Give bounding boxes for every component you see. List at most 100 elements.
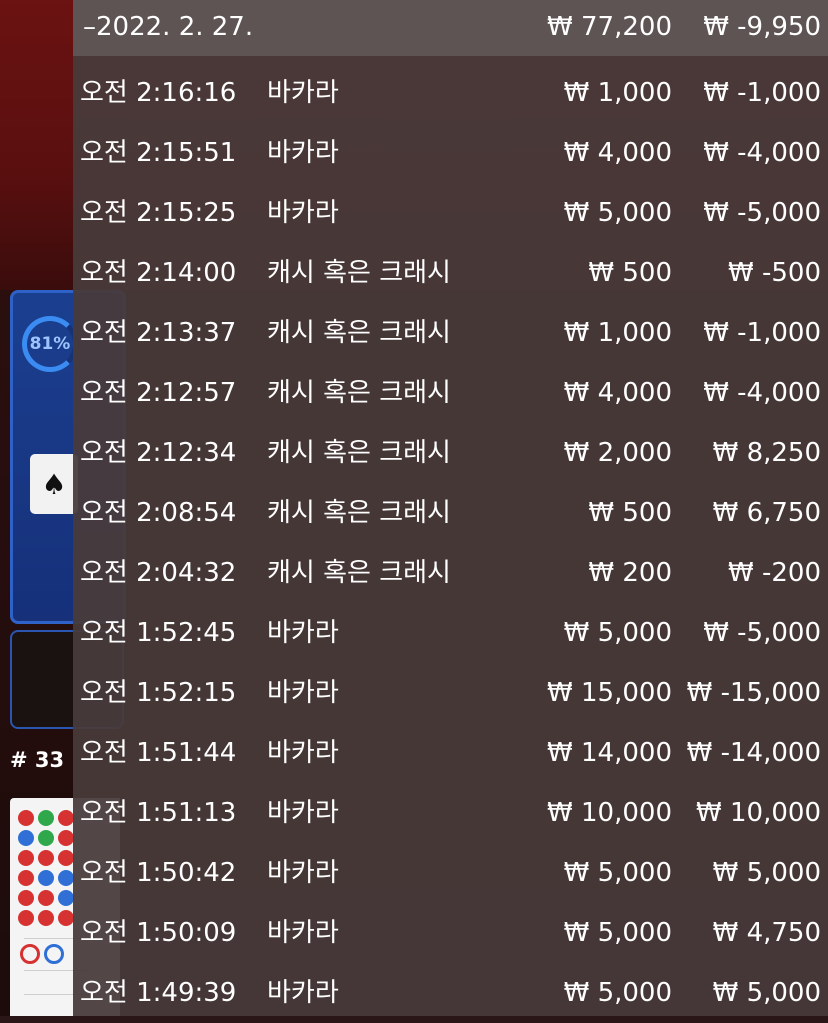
row-time: 오전 2:04:32	[80, 558, 237, 588]
bead-icon	[18, 810, 34, 826]
row-game: 캐시 혹은 크래시	[267, 258, 451, 288]
row-time: 오전 2:16:16	[80, 78, 237, 108]
history-row[interactable]: 오전 1:52:45 바카라 ₩ 5,000 ₩ -5,000	[73, 603, 828, 663]
row-bet: ₩ 5,000	[563, 978, 672, 1008]
bet-history-panel[interactable]: –2022. 2. 27. ₩ 77,200 ₩ -9,950 오전 2:16:…	[73, 0, 828, 1016]
history-row[interactable]: 오전 2:12:34 캐시 혹은 크래시 ₩ 2,000 ₩ 8,250	[73, 423, 828, 483]
history-date: –2022. 2. 27.	[83, 12, 254, 42]
bead-icon	[18, 830, 34, 846]
row-bet: ₩ 200	[588, 558, 672, 588]
history-row[interactable]: 오전 2:15:25 바카라 ₩ 5,000 ₩ -5,000	[73, 183, 828, 243]
bead-icon	[58, 890, 74, 906]
row-result: ₩ -15,000	[686, 678, 821, 708]
net-result: ₩ -9,950	[703, 12, 821, 42]
bead-icon	[58, 850, 74, 866]
row-result: ₩ -14,000	[686, 738, 821, 768]
row-time: 오전 2:12:57	[80, 378, 237, 408]
bead-icon	[58, 830, 74, 846]
row-result: ₩ -5,000	[703, 198, 821, 228]
row-result: ₩ -4,000	[703, 378, 821, 408]
progress-percent: 81%	[29, 334, 71, 354]
row-bet: ₩ 4,000	[563, 378, 672, 408]
history-row[interactable]: 오전 1:49:39 바카라 ₩ 5,000 ₩ 5,000	[73, 963, 828, 1023]
bead-icon	[38, 870, 54, 886]
row-result: ₩ -500	[728, 258, 821, 288]
row-result: ₩ 5,000	[712, 858, 821, 888]
row-result: ₩ -200	[728, 558, 821, 588]
row-bet: ₩ 1,000	[563, 318, 672, 348]
history-date-header[interactable]: –2022. 2. 27. ₩ 77,200 ₩ -9,950	[73, 0, 828, 56]
row-result: ₩ 8,250	[712, 438, 821, 468]
history-row[interactable]: 오전 1:52:15 바카라 ₩ 15,000 ₩ -15,000	[73, 663, 828, 723]
row-result: ₩ -1,000	[703, 318, 821, 348]
row-result: ₩ -5,000	[703, 618, 821, 648]
row-game: 바카라	[267, 798, 339, 828]
row-time: 오전 2:15:51	[80, 138, 237, 168]
row-bet: ₩ 15,000	[547, 678, 672, 708]
progress-ring: 81%	[22, 316, 78, 372]
row-bet: ₩ 1,000	[563, 78, 672, 108]
row-game: 바카라	[267, 858, 339, 888]
row-time: 오전 1:50:42	[80, 858, 237, 888]
row-time: 오전 2:15:25	[80, 198, 237, 228]
bead-icon	[58, 810, 74, 826]
history-row[interactable]: 오전 2:08:54 캐시 혹은 크래시 ₩ 500 ₩ 6,750	[73, 483, 828, 543]
row-game: 캐시 혹은 크래시	[267, 318, 451, 348]
row-time: 오전 2:14:00	[80, 258, 237, 288]
history-row[interactable]: 오전 1:51:44 바카라 ₩ 14,000 ₩ -14,000	[73, 723, 828, 783]
row-bet: ₩ 500	[588, 498, 672, 528]
row-time: 오전 2:08:54	[80, 498, 237, 528]
row-result: ₩ 5,000	[712, 978, 821, 1008]
history-row[interactable]: 오전 2:04:32 캐시 혹은 크래시 ₩ 200 ₩ -200	[73, 543, 828, 603]
row-time: 오전 1:50:09	[80, 918, 237, 948]
row-game: 바카라	[267, 78, 339, 108]
row-game: 캐시 혹은 크래시	[267, 438, 451, 468]
row-time: 오전 2:13:37	[80, 318, 237, 348]
row-bet: ₩ 14,000	[547, 738, 672, 768]
bead-icon	[38, 910, 54, 926]
bead-icon	[38, 810, 54, 826]
row-result: ₩ 6,750	[712, 498, 821, 528]
round-number: # 33	[10, 748, 65, 772]
history-row[interactable]: 오전 2:14:00 캐시 혹은 크래시 ₩ 500 ₩ -500	[73, 243, 828, 303]
row-game: 바카라	[267, 618, 339, 648]
bead-icon	[38, 850, 54, 866]
bead-icon	[38, 830, 54, 846]
total-bet: ₩ 77,200	[547, 12, 672, 42]
row-bet: ₩ 4,000	[563, 138, 672, 168]
row-time: 오전 1:52:45	[80, 618, 237, 648]
ring-icon	[44, 944, 64, 964]
history-row[interactable]: 오전 1:50:42 바카라 ₩ 5,000 ₩ 5,000	[73, 843, 828, 903]
row-game: 캐시 혹은 크래시	[267, 498, 451, 528]
history-row[interactable]: 오전 2:13:37 캐시 혹은 크래시 ₩ 1,000 ₩ -1,000	[73, 303, 828, 363]
row-bet: ₩ 5,000	[563, 918, 672, 948]
bead-icon	[38, 890, 54, 906]
history-row[interactable]: 오전 1:51:13 바카라 ₩ 10,000 ₩ 10,000	[73, 783, 828, 843]
row-game: 바카라	[267, 918, 339, 948]
row-bet: ₩ 5,000	[563, 618, 672, 648]
row-time: 오전 1:49:39	[80, 978, 237, 1008]
row-result: ₩ 10,000	[696, 798, 821, 828]
history-row[interactable]: 오전 2:12:57 캐시 혹은 크래시 ₩ 4,000 ₩ -4,000	[73, 363, 828, 423]
row-bet: ₩ 500	[588, 258, 672, 288]
ring-icon	[20, 944, 40, 964]
spade-card-icon: ♠	[30, 454, 78, 514]
bead-icon	[18, 850, 34, 866]
row-bet: ₩ 5,000	[563, 198, 672, 228]
row-bet: ₩ 2,000	[563, 438, 672, 468]
history-row[interactable]: 오전 1:50:09 바카라 ₩ 5,000 ₩ 4,750	[73, 903, 828, 963]
row-game: 바카라	[267, 138, 339, 168]
history-row[interactable]: 오전 2:16:16 바카라 ₩ 1,000 ₩ -1,000	[73, 63, 828, 123]
row-bet: ₩ 5,000	[563, 858, 672, 888]
row-time: 오전 2:12:34	[80, 438, 237, 468]
bead-icon	[18, 870, 34, 886]
row-bet: ₩ 10,000	[547, 798, 672, 828]
row-result: ₩ 4,750	[712, 918, 821, 948]
bead-icon	[58, 870, 74, 886]
row-game: 캐시 혹은 크래시	[267, 378, 451, 408]
row-game: 바카라	[267, 978, 339, 1008]
row-time: 오전 1:52:15	[80, 678, 237, 708]
history-row[interactable]: 오전 2:15:51 바카라 ₩ 4,000 ₩ -4,000	[73, 123, 828, 183]
row-game: 바카라	[267, 738, 339, 768]
bead-icon	[18, 890, 34, 906]
